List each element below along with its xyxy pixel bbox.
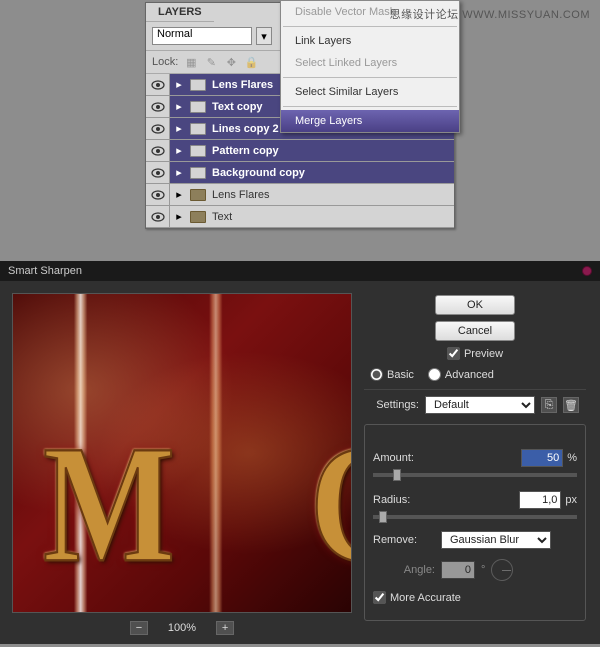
expand-toggle[interactable]: ▸ [170,122,188,135]
preview-pane: M C − 100% + [12,293,352,635]
cancel-button[interactable]: Cancel [435,321,515,341]
close-icon[interactable] [582,266,592,276]
more-accurate-label: More Accurate [390,592,461,604]
remove-label: Remove: [373,534,435,546]
layer-row[interactable]: ▸ Pattern copy [146,140,454,162]
visibility-toggle[interactable] [146,206,170,227]
radius-unit: px [565,494,577,506]
layer-name[interactable]: Pattern copy [208,145,279,157]
expand-toggle[interactable]: ▸ [170,210,188,223]
blend-mode-dropdown-arrow[interactable]: ▾ [256,27,272,45]
lock-all-icon[interactable]: 🔒 [244,55,258,69]
expand-toggle[interactable]: ▸ [170,100,188,113]
menu-merge-layers[interactable]: Merge Layers [281,110,459,132]
advanced-radio[interactable] [428,368,441,381]
settings-label: Settings: [364,399,419,411]
mode-radio-row: Basic Advanced [370,368,586,381]
visibility-toggle[interactable] [146,118,170,139]
layer-name[interactable]: Background copy [208,167,305,179]
visibility-toggle[interactable] [146,96,170,117]
zoom-in-button[interactable]: + [216,621,234,635]
more-accurate-checkbox[interactable] [373,591,386,604]
dialog-titlebar[interactable]: Smart Sharpen [0,261,600,281]
expand-toggle[interactable]: ▸ [170,166,188,179]
preview-label: Preview [464,348,503,360]
expand-toggle[interactable]: ▸ [170,188,188,201]
preview-checkbox[interactable] [447,347,460,360]
zoom-out-button[interactable]: − [130,621,148,635]
expand-toggle[interactable]: ▸ [170,78,188,91]
smart-sharpen-dialog: Smart Sharpen M C − 100% + OK Cancel Pre… [0,261,600,644]
zoom-controls: − 100% + [12,621,352,635]
visibility-toggle[interactable] [146,140,170,161]
angle-label: Angle: [373,564,435,576]
lock-transparency-icon[interactable]: ▦ [184,55,198,69]
visibility-toggle[interactable] [146,184,170,205]
advanced-label: Advanced [445,369,494,381]
ok-button[interactable]: OK [435,295,515,315]
layers-tab[interactable]: LAYERS [146,3,214,22]
menu-select-similar-layers[interactable]: Select Similar Layers [281,81,459,103]
watermark-text: 思缘设计论坛 WWW.MISSYUAN.COM [390,6,590,22]
settings-select[interactable]: Default [425,396,535,414]
preview-image[interactable]: M C [12,293,352,613]
visibility-toggle[interactable] [146,162,170,183]
lock-brush-icon[interactable]: ✎ [204,55,218,69]
layer-row[interactable]: ▸ Background copy [146,162,454,184]
lock-move-icon[interactable]: ✥ [224,55,238,69]
folder-icon [188,101,208,113]
remove-select[interactable]: Gaussian Blur [441,531,551,549]
amount-label: Amount: [373,452,435,464]
layer-name[interactable]: Lens Flares [208,79,273,91]
amount-input[interactable] [521,449,563,467]
menu-separator [283,106,457,107]
zoom-level: 100% [168,622,196,634]
layer-name[interactable]: Lines copy 2 [208,123,279,135]
menu-select-linked-layers[interactable]: Select Linked Layers [281,52,459,74]
blend-mode-select[interactable]: Normal [152,27,252,45]
basic-radio[interactable] [370,368,383,381]
folder-icon [188,79,208,91]
folder-icon [188,211,208,223]
amount-unit: % [567,452,577,464]
expand-toggle[interactable]: ▸ [170,144,188,157]
radius-input[interactable] [519,491,561,509]
menu-separator [283,77,457,78]
layer-row[interactable]: ▸ Text [146,206,454,228]
amount-slider[interactable] [373,473,577,477]
layer-name[interactable]: Text [208,211,232,223]
preview-art-letter: C [310,408,352,601]
layer-name[interactable]: Lens Flares [208,189,269,201]
delete-preset-icon[interactable]: 🗑 [563,397,579,413]
folder-icon [188,189,208,201]
folder-icon [188,145,208,157]
layer-row[interactable]: ▸ Lens Flares [146,184,454,206]
save-preset-icon[interactable]: ⎘ [541,397,557,413]
radius-label: Radius: [373,494,435,506]
settings-preset-row: Settings: Default ⎘ 🗑 [364,396,586,414]
visibility-toggle[interactable] [146,74,170,95]
lock-label: Lock: [152,56,178,68]
angle-dial [491,559,513,581]
basic-label: Basic [387,369,414,381]
dialog-title: Smart Sharpen [8,265,82,277]
settings-pane: OK Cancel Preview Basic Advanced Setting… [362,293,588,635]
angle-input [441,561,475,579]
sharpen-params-section: Amount: % Radius: px Remove: Gaussian [364,424,586,621]
radius-slider[interactable] [373,515,577,519]
menu-separator [283,26,457,27]
folder-icon [188,167,208,179]
menu-link-layers[interactable]: Link Layers [281,30,459,52]
preview-art-letter: M [43,408,175,601]
angle-unit: ° [481,564,485,576]
folder-icon [188,123,208,135]
layer-name[interactable]: Text copy [208,101,263,113]
